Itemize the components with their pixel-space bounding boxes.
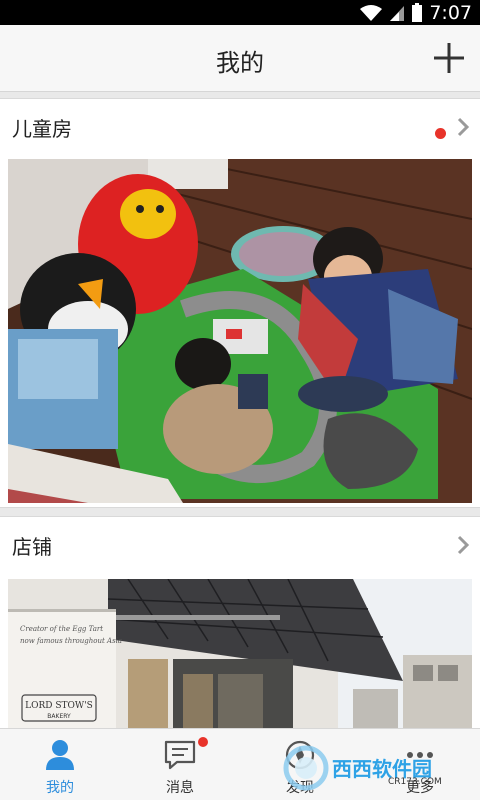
camera-snapshot[interactable]: Creator of the Egg Tart now famous throu… [8, 579, 472, 728]
sign-title: LORD STOW'S [25, 701, 93, 711]
battery-icon [412, 2, 423, 22]
watermark-subtext: CR173.COM [388, 777, 442, 787]
plus-icon [434, 43, 464, 73]
status-icons: 7:07 [359, 1, 472, 24]
status-bar: 7:07 [0, 0, 480, 25]
message-icon [164, 740, 196, 770]
sign-subtitle: BAKERY [47, 713, 71, 720]
tab-label: 消息 [166, 780, 194, 796]
add-button[interactable] [432, 41, 466, 75]
signal-icon [390, 5, 405, 21]
message-badge [198, 737, 208, 747]
page-title: 我的 [216, 49, 264, 77]
device-card-kids-room[interactable]: 儿童房 [0, 98, 480, 508]
shop-image: Creator of the Egg Tart now famous throu… [8, 579, 472, 728]
card-title: 儿童房 [12, 117, 72, 141]
status-time: 7:07 [429, 1, 472, 24]
chevron-right-icon[interactable] [456, 116, 470, 138]
svg-text:now famous throughout Asia: now famous throughout Asia [20, 637, 122, 645]
svg-text:Creator of the Egg Tart: Creator of the Egg Tart [20, 625, 103, 633]
tab-mine[interactable]: 我的 [0, 729, 120, 800]
device-list: 儿童房 店铺 Creator of the Egg Tart now famou… [0, 92, 480, 728]
camera-snapshot[interactable] [8, 159, 472, 503]
watermark-logo-icon [283, 745, 329, 791]
new-indicator-dot [435, 128, 446, 139]
chevron-right-icon[interactable] [456, 534, 470, 556]
device-card-shop[interactable]: 店铺 Creator of the Egg Tart now famous th… [0, 516, 480, 728]
tab-label: 我的 [46, 780, 74, 796]
app-header: 我的 [0, 25, 480, 92]
watermark: 西西软件园 CR173.COM [282, 744, 472, 792]
card-title: 店铺 [12, 535, 52, 559]
tab-messages[interactable]: 消息 [120, 729, 240, 800]
wifi-icon [360, 4, 383, 21]
person-icon [46, 740, 74, 770]
kids-room-image [8, 159, 472, 503]
